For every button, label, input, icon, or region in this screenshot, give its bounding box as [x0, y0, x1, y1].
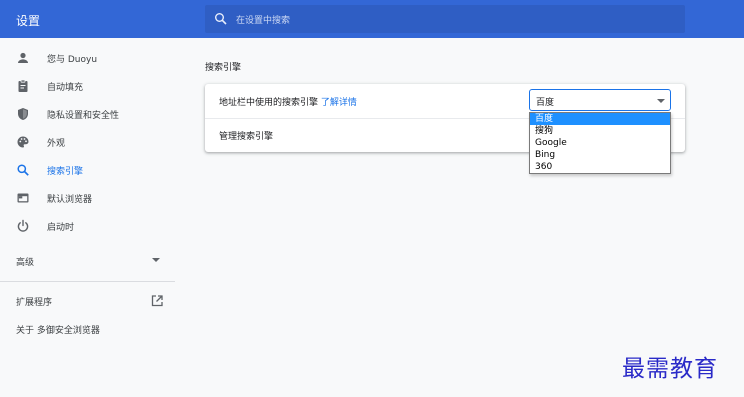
learn-more-link[interactable]: 了解详情	[321, 98, 357, 108]
select-value: 百度	[536, 98, 555, 108]
sidebar-item-label: 搜索引擎	[47, 167, 84, 177]
option-google[interactable]: Google	[530, 137, 670, 149]
clipboard-icon	[16, 79, 30, 93]
search-box[interactable]: 在设置中搜索	[205, 5, 685, 33]
sidebar-item-label: 默认浏览器	[47, 195, 93, 205]
search-input[interactable]: 在设置中搜索	[236, 13, 290, 26]
sidebar-item-search-engine[interactable]: 搜索引擎	[0, 156, 175, 184]
sidebar-item-privacy[interactable]: 隐私设置和安全性	[0, 100, 175, 128]
chevron-down-icon	[657, 99, 665, 103]
option-baidu[interactable]: 百度	[530, 113, 670, 125]
sidebar-item-about[interactable]: 关于 多御安全浏览器	[0, 317, 175, 341]
shield-icon	[16, 107, 30, 121]
search-engine-dropdown: 百度 搜狗 Google Bing 360	[529, 112, 671, 174]
about-label: 关于 多御安全浏览器	[16, 326, 100, 336]
top-bar: 设置 在设置中搜索	[0, 0, 744, 38]
option-sogou[interactable]: 搜狗	[530, 125, 670, 137]
sidebar-item-label: 隐私设置和安全性	[47, 111, 120, 121]
advanced-label: 高级	[16, 258, 35, 268]
palette-icon	[16, 135, 30, 149]
browser-icon	[16, 191, 30, 205]
option-bing[interactable]: Bing	[530, 149, 670, 161]
sidebar-item-appearance[interactable]: 外观	[0, 128, 175, 156]
section-title: 搜索引擎	[205, 63, 242, 73]
address-bar-engine-label: 地址栏中使用的搜索引擎 了解详情	[219, 98, 357, 108]
sidebar-item-label: 自动填充	[47, 83, 84, 93]
sidebar-item-extensions[interactable]: 扩展程序	[0, 289, 175, 313]
sidebar-advanced-toggle[interactable]: 高级	[0, 246, 175, 274]
watermark: 最需教育	[622, 356, 718, 382]
app-title: 设置	[16, 14, 41, 28]
sidebar-item-label: 您与 Duoyu	[47, 55, 98, 65]
sidebar-item-on-startup[interactable]: 启动时	[0, 212, 175, 240]
open-in-new-icon	[150, 294, 164, 308]
person-icon	[16, 51, 30, 65]
manage-search-engines-label: 管理搜索引擎	[219, 132, 274, 142]
chevron-down-icon	[152, 258, 160, 262]
search-icon	[16, 163, 30, 177]
sidebar-item-label: 外观	[47, 139, 66, 149]
sidebar-item-autofill[interactable]: 自动填充	[0, 72, 175, 100]
sidebar-item-default-browser[interactable]: 默认浏览器	[0, 184, 175, 212]
sidebar: 您与 Duoyu 自动填充 隐私设置和安全性 外观 搜索引擎 默认浏览器 启动时…	[0, 38, 175, 397]
option-360[interactable]: 360	[530, 161, 670, 173]
sidebar-item-you-and-duoyu[interactable]: 您与 Duoyu	[0, 44, 175, 72]
power-icon	[16, 219, 30, 233]
sidebar-item-label: 启动时	[47, 223, 75, 233]
search-engine-select[interactable]: 百度	[529, 89, 671, 111]
extensions-label: 扩展程序	[16, 298, 53, 308]
sidebar-divider	[0, 281, 175, 282]
search-icon	[214, 12, 228, 26]
